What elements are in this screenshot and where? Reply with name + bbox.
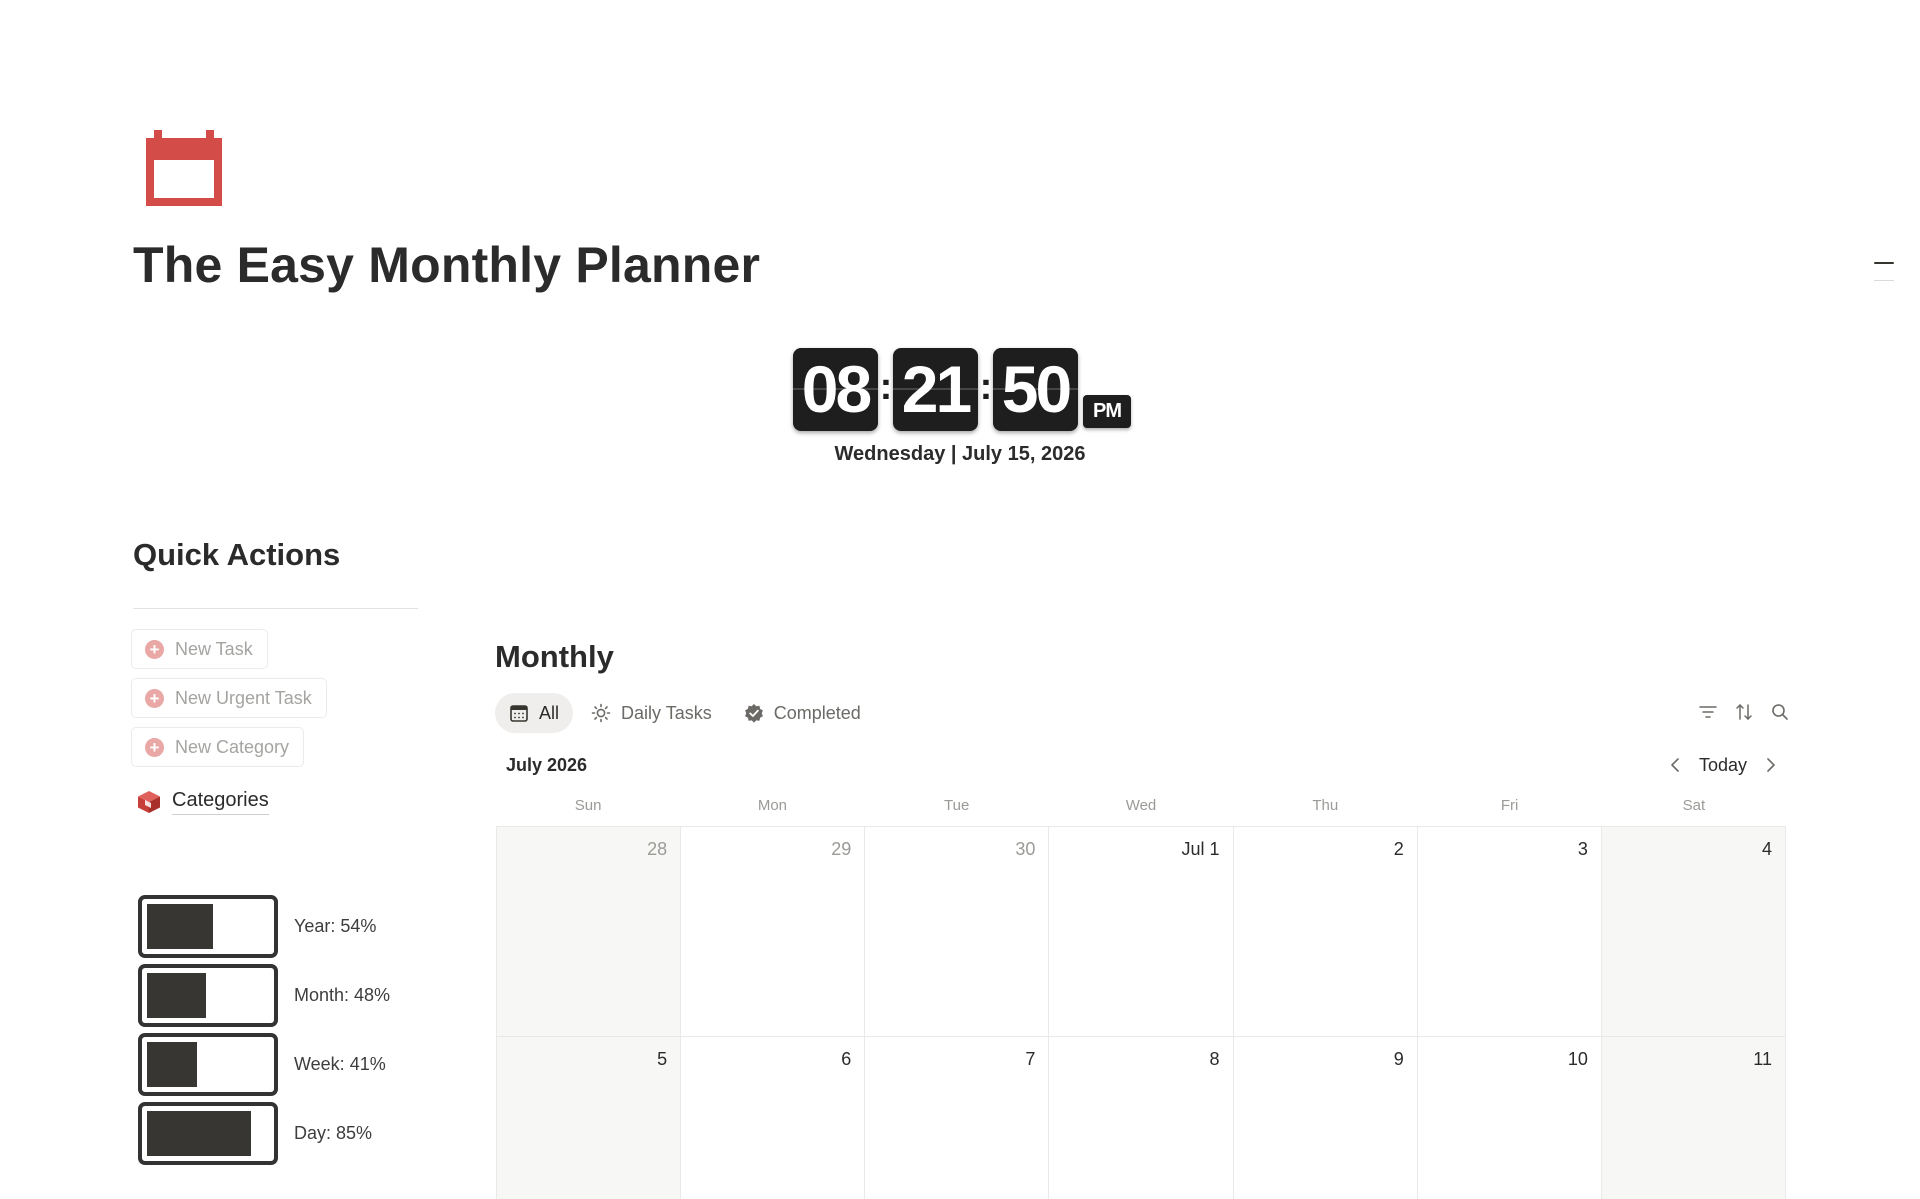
clock-separator: : <box>979 366 993 408</box>
calendar-day-cell[interactable]: 8 <box>1049 1037 1234 1199</box>
month-progress-label: Month: 48% <box>294 985 391 1005</box>
search-icon[interactable] <box>1769 701 1791 723</box>
calendar-day-cell[interactable]: 2 <box>1233 827 1418 1037</box>
day-number: 29 <box>831 839 852 859</box>
calendar-day-cell[interactable]: 29 <box>681 827 866 1037</box>
progress-fill <box>147 904 213 949</box>
new-task-button[interactable]: + New Task <box>131 629 268 669</box>
plus-circle-icon: + <box>145 737 164 757</box>
progress-bar <box>138 1102 278 1165</box>
day-number: 30 <box>1015 839 1036 859</box>
progress-bar <box>138 964 278 1027</box>
day-number: 5 <box>657 1049 668 1069</box>
weekday-label: Sat <box>1682 797 1706 814</box>
calendar-day-cell[interactable]: 6 <box>681 1037 866 1199</box>
day-number: 8 <box>1209 1049 1220 1069</box>
day-number: 10 <box>1567 1049 1588 1069</box>
new-category-label: New Category <box>175 736 290 757</box>
week-progress-label: Week: 41% <box>294 1054 386 1074</box>
chevron-right-icon[interactable] <box>1759 754 1781 776</box>
cube-icon <box>138 791 160 813</box>
day-number: 6 <box>841 1049 852 1069</box>
calendar-month-label: July 2026 <box>506 755 588 775</box>
weekday-label: Tue <box>944 797 970 814</box>
calendar-day-cell[interactable]: 3 <box>1417 827 1602 1037</box>
tab-all-label: All <box>539 702 560 723</box>
day-number: 28 <box>647 839 668 859</box>
day-number: 2 <box>1393 839 1404 859</box>
sort-icon[interactable] <box>1733 701 1755 723</box>
calendar-day-cell[interactable]: 9 <box>1234 1037 1418 1199</box>
tab-completed-label: Completed <box>773 702 861 723</box>
clock-date: Wednesday | July 15, 2026 <box>834 443 1086 465</box>
plus-circle-icon: + <box>145 639 164 659</box>
calendar-day-cell[interactable]: 10 <box>1418 1037 1602 1199</box>
verified-check-icon <box>744 704 763 723</box>
divider <box>133 608 418 609</box>
calendar-day-cell[interactable]: 7 <box>865 1037 1050 1199</box>
calendar-grid: 28 29 30 Jul 1 2 3 4 5 6 7 8 9 10 11 <box>496 826 1786 1199</box>
view-toolbar <box>1683 701 1791 723</box>
calendar-day-cell[interactable]: Jul 1 <box>1049 827 1234 1037</box>
week-progress: Week: 41% <box>138 1033 386 1096</box>
day-progress: Day: 85% <box>138 1102 372 1165</box>
weekday-label: Wed <box>1125 797 1157 814</box>
tab-all[interactable]: All <box>495 693 574 733</box>
clock-hours: 08 <box>793 348 878 431</box>
month-progress: Month: 48% <box>138 964 390 1027</box>
new-urgent-task-label: New Urgent Task <box>175 687 312 708</box>
tab-daily-tasks-label: Daily Tasks <box>621 702 712 723</box>
day-number: 4 <box>1761 839 1772 859</box>
page-title: The Easy Monthly Planner <box>133 237 761 293</box>
calendar-nav: Today <box>1665 750 1781 780</box>
day-number: 11 <box>1753 1049 1772 1069</box>
categories-label: Categories <box>172 789 269 815</box>
progress-fill <box>147 1042 197 1087</box>
calendar-day-cell[interactable]: 5 <box>497 1037 682 1199</box>
day-number: 3 <box>1577 839 1588 859</box>
weekday-label: Thu <box>1312 797 1339 814</box>
today-button[interactable]: Today <box>1699 755 1747 776</box>
new-urgent-task-button[interactable]: + New Urgent Task <box>131 678 327 718</box>
progress-fill <box>147 973 206 1018</box>
calendar-day-cell[interactable]: 11 <box>1601 1037 1786 1199</box>
progress-bar <box>138 1033 278 1096</box>
outline-toggle[interactable] <box>1874 262 1894 281</box>
calendar-grid-icon <box>510 705 528 722</box>
day-number: 9 <box>1393 1049 1404 1069</box>
calendar-icon <box>146 130 222 206</box>
quick-actions-heading: Quick Actions <box>133 537 341 572</box>
chevron-left-icon[interactable] <box>1665 754 1687 776</box>
weekday-header: Sun Mon Tue Wed Thu Fri Sat <box>496 795 1786 825</box>
sun-icon <box>591 703 611 723</box>
clock-seconds: 50 <box>993 348 1078 431</box>
new-category-button[interactable]: + New Category <box>131 727 305 767</box>
day-progress-label: Day: 85% <box>294 1123 373 1143</box>
filter-icon[interactable] <box>1697 701 1719 723</box>
weekday-label: Fri <box>1500 797 1519 814</box>
weekday-label: Sun <box>574 797 602 814</box>
day-number: 7 <box>1025 1049 1036 1069</box>
clock-ampm: PM <box>1083 395 1131 428</box>
calendar-day-cell[interactable]: 4 <box>1601 827 1786 1037</box>
year-progress-label: Year: 54% <box>294 916 377 936</box>
view-tabs: All Daily Tasks Completed <box>495 693 879 733</box>
clock-separator: : <box>879 366 893 408</box>
tab-completed[interactable]: Completed <box>730 693 875 733</box>
plus-circle-icon: + <box>145 688 164 708</box>
weekday-label: Mon <box>757 797 788 814</box>
categories-link[interactable]: Categories <box>137 789 269 815</box>
calendar-day-cell[interactable]: 28 <box>497 827 682 1037</box>
day-number: Jul 1 <box>1181 839 1220 859</box>
tab-daily-tasks[interactable]: Daily Tasks <box>577 693 726 733</box>
monthly-heading: Monthly <box>495 639 614 674</box>
progress-bar <box>138 895 278 958</box>
clock-minutes: 21 <box>893 348 978 431</box>
calendar-day-cell[interactable]: 30 <box>865 827 1050 1037</box>
new-task-label: New Task <box>175 638 253 659</box>
year-progress: Year: 54% <box>138 895 376 958</box>
progress-fill <box>147 1111 251 1156</box>
